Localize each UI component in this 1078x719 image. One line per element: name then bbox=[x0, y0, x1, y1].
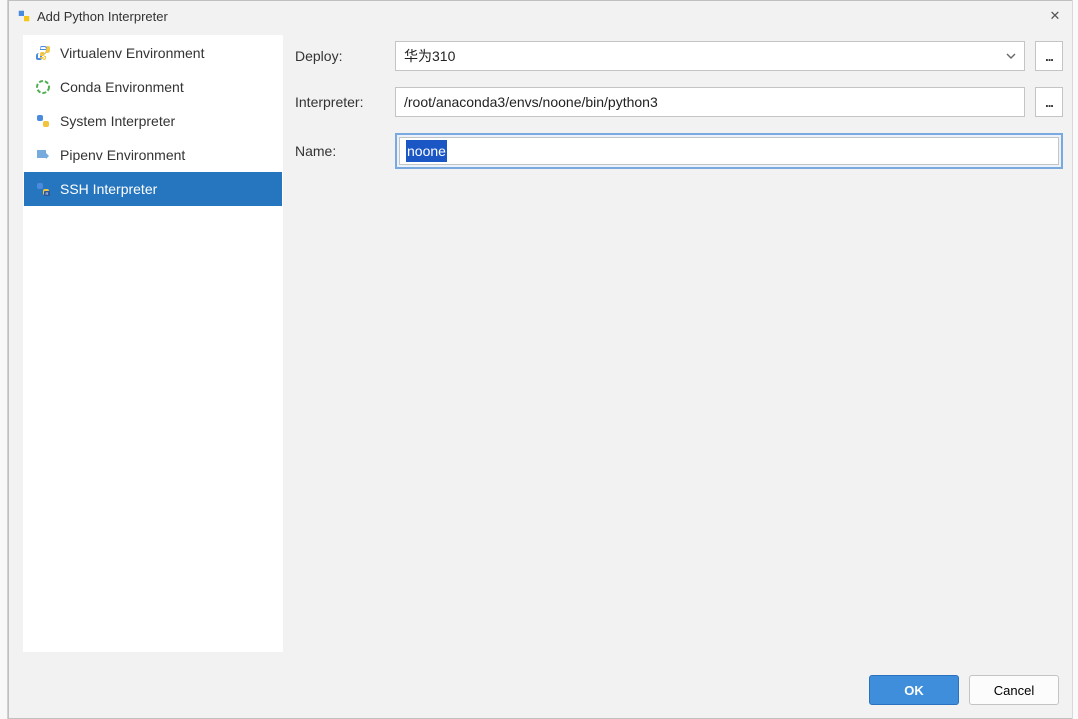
python-ssh-icon: R bbox=[34, 180, 52, 198]
cancel-button[interactable]: Cancel bbox=[969, 675, 1059, 705]
name-input[interactable]: noone bbox=[399, 137, 1059, 165]
sidebar-item-pipenv[interactable]: Pipenv Environment bbox=[24, 138, 282, 172]
interpreter-field[interactable]: /root/anaconda3/envs/noone/bin/python3 bbox=[395, 87, 1025, 117]
deploy-value: 华为310 bbox=[404, 46, 455, 66]
interpreter-browse-button[interactable]: ... bbox=[1035, 87, 1063, 117]
interpreter-label: Interpreter: bbox=[295, 94, 385, 110]
sidebar-item-conda[interactable]: Conda Environment bbox=[24, 70, 282, 104]
sidebar-item-label: Pipenv Environment bbox=[60, 147, 185, 163]
name-row: Name: noone bbox=[295, 133, 1063, 169]
app-icon bbox=[17, 9, 31, 23]
sidebar-item-label: SSH Interpreter bbox=[60, 181, 157, 197]
form-area: Deploy: 华为310 ... Interpreter: /root/ana… bbox=[295, 35, 1063, 662]
name-field-focus-ring: noone bbox=[395, 133, 1063, 169]
interpreter-type-sidebar: Virtualenv Environment Conda Environment… bbox=[23, 35, 283, 652]
left-background-strip bbox=[0, 0, 8, 719]
chevron-down-icon bbox=[1006, 48, 1016, 64]
sidebar-item-system[interactable]: System Interpreter bbox=[24, 104, 282, 138]
deploy-combo[interactable]: 华为310 bbox=[395, 41, 1025, 71]
titlebar: Add Python Interpreter ✕ bbox=[9, 1, 1077, 31]
sidebar-item-virtualenv[interactable]: Virtualenv Environment bbox=[24, 36, 282, 70]
close-icon: ✕ bbox=[1050, 8, 1061, 24]
right-background-strip bbox=[1072, 0, 1078, 719]
dialog-footer: OK Cancel bbox=[9, 662, 1077, 718]
conda-icon bbox=[34, 78, 52, 96]
sidebar-item-label: System Interpreter bbox=[60, 113, 175, 129]
deploy-browse-button[interactable]: ... bbox=[1035, 41, 1063, 71]
python-icon bbox=[34, 44, 52, 62]
window-title: Add Python Interpreter bbox=[37, 9, 1041, 24]
ellipsis-icon: ... bbox=[1045, 95, 1053, 110]
sidebar-item-label: Conda Environment bbox=[60, 79, 184, 95]
ellipsis-icon: ... bbox=[1045, 49, 1053, 64]
ok-button[interactable]: OK bbox=[869, 675, 959, 705]
dialog-body: Virtualenv Environment Conda Environment… bbox=[9, 31, 1077, 662]
deploy-label: Deploy: bbox=[295, 48, 385, 64]
sidebar-item-label: Virtualenv Environment bbox=[60, 45, 204, 61]
sidebar-item-ssh[interactable]: R SSH Interpreter bbox=[24, 172, 282, 206]
deploy-row: Deploy: 华为310 ... bbox=[295, 41, 1063, 71]
name-label: Name: bbox=[295, 143, 385, 159]
pipenv-icon bbox=[34, 146, 52, 164]
name-value-selected: noone bbox=[406, 140, 447, 162]
add-interpreter-dialog: Add Python Interpreter ✕ Virtualenv Envi… bbox=[8, 0, 1078, 719]
close-button[interactable]: ✕ bbox=[1041, 5, 1069, 27]
interpreter-row: Interpreter: /root/anaconda3/envs/noone/… bbox=[295, 87, 1063, 117]
svg-text:R: R bbox=[46, 191, 49, 196]
python-icon bbox=[34, 112, 52, 130]
interpreter-value: /root/anaconda3/envs/noone/bin/python3 bbox=[404, 94, 658, 110]
